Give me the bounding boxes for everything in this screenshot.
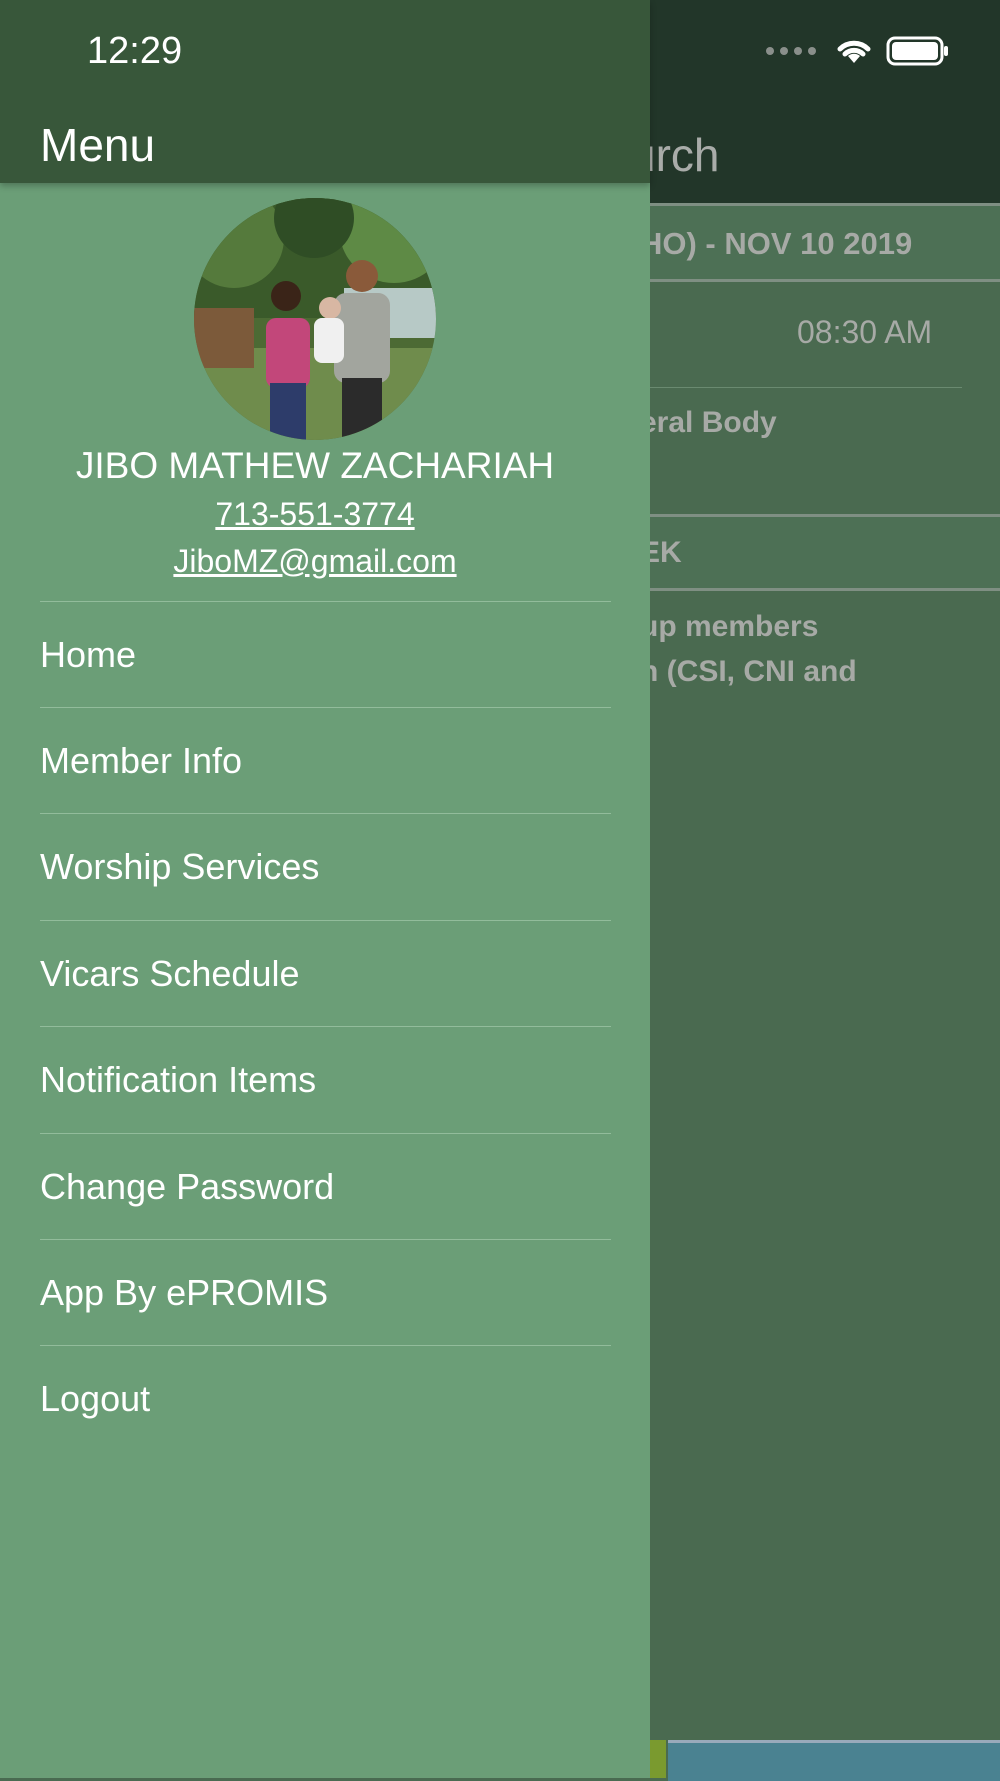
menu-item-label: Vicars Schedule [40,953,300,994]
profile-name: JIBO MATHEW ZACHARIAH [75,445,555,486]
section-header-text: HO) - NOV 10 2019 [640,226,913,261]
menu-item-change-password[interactable]: Change Password [40,1134,611,1240]
service-time: 08:30 AM [797,314,933,350]
menu-item-worship-services[interactable]: Worship Services [40,814,611,920]
bottom-tab-right[interactable] [668,1740,1000,1781]
description-line-1: up members [640,610,819,643]
menu-item-label: Worship Services [40,846,320,887]
menu-item-member-info[interactable]: Member Info [40,708,611,814]
profile-phone-link[interactable]: 713-551-3774 [0,496,630,533]
battery-icon [886,36,948,66]
menu-item-label: Notification Items [40,1059,317,1100]
menu-item-app-by-epromis[interactable]: App By ePROMIS [40,1240,611,1346]
avatar[interactable] [194,198,436,440]
menu-item-label: Change Password [40,1166,335,1207]
profile-email-link[interactable]: JiboMZ@gmail.com [0,543,630,580]
menu-item-logout[interactable]: Logout [40,1346,611,1452]
description-line-2: n (CSI, CNI and [640,655,857,688]
menu-item-label: Member Info [40,740,243,781]
wifi-icon [837,40,871,63]
signal-icon [766,47,816,55]
menu-item-vicars-schedule[interactable]: Vicars Schedule [40,921,611,1027]
menu-item-label: App By ePROMIS [40,1272,329,1313]
menu-item-notification-items[interactable]: Notification Items [40,1027,611,1133]
menu-item-label: Logout [40,1378,151,1419]
menu-item-home[interactable]: Home [40,602,611,708]
status-time: 12:29 [87,30,183,72]
status-icons [766,36,950,66]
drawer-header: 12:29 Menu [0,0,650,183]
navigation-drawer: 12:29 Menu JIBO MATHEW ZACHARIAH 713-551… [0,0,650,1778]
divider [650,387,962,388]
service-title: eral Body [640,406,777,439]
drawer-title: Menu [40,119,156,171]
menu-item-label: Home [40,634,137,675]
